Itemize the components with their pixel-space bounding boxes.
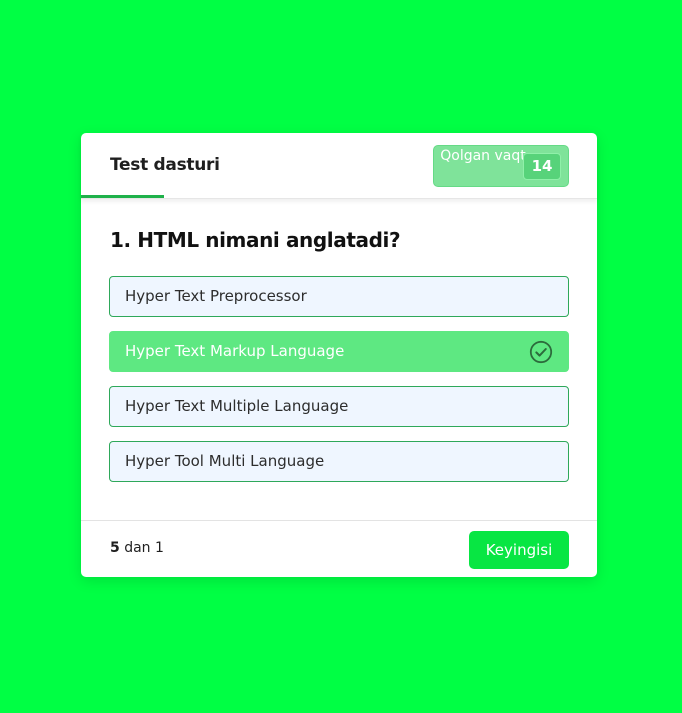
answer-option-label: Hyper Text Preprocessor xyxy=(125,287,307,305)
app-title: Test dasturi xyxy=(110,155,220,175)
answer-option-3[interactable]: Hyper Text Multiple Language xyxy=(109,386,569,427)
answer-option-label: Hyper Text Markup Language xyxy=(125,342,345,360)
title-underline xyxy=(81,195,164,198)
answer-option-label: Hyper Text Multiple Language xyxy=(125,397,349,415)
question-title: 1. HTML nimani anglatadi? xyxy=(110,228,401,252)
answer-option-1[interactable]: Hyper Text Preprocessor xyxy=(109,276,569,317)
next-button[interactable]: Keyingisi xyxy=(469,531,569,569)
quiz-card: Test dasturi Qolgan vaqt 14 1. HTML nima… xyxy=(81,133,597,577)
quiz-header: Test dasturi Qolgan vaqt 14 xyxy=(81,133,597,199)
progress-total: 5 xyxy=(110,540,120,556)
answer-option-label: Hyper Tool Multi Language xyxy=(125,452,325,470)
timer: Qolgan vaqt 14 xyxy=(433,145,569,187)
timer-value: 14 xyxy=(523,153,561,180)
check-circle-icon xyxy=(529,340,553,364)
progress-word: dan xyxy=(124,540,151,556)
quiz-footer: 5 dan 1 Keyingisi xyxy=(81,520,597,577)
answer-option-4[interactable]: Hyper Tool Multi Language xyxy=(109,441,569,482)
answer-option-2[interactable]: Hyper Text Markup Language xyxy=(109,331,569,372)
timer-label: Qolgan vaqt xyxy=(440,148,526,164)
progress-current: 1 xyxy=(155,540,164,556)
question-progress: 5 dan 1 xyxy=(110,540,164,556)
